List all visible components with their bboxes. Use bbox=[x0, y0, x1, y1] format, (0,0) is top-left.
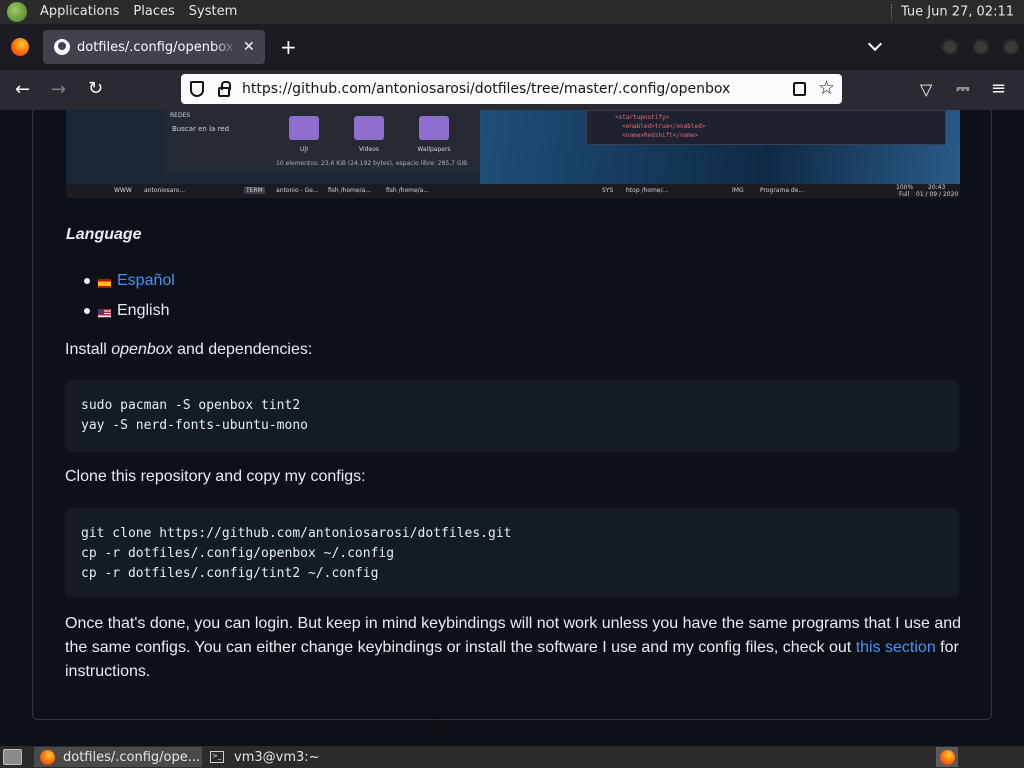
maximize-button[interactable] bbox=[973, 39, 989, 55]
taskbar-item-firefox[interactable]: dotfiles/.config/ope... bbox=[34, 747, 202, 767]
ss-buscar-label: Buscar en la red bbox=[172, 125, 230, 133]
url-text[interactable]: https://github.com/antoniosarosi/dotfile… bbox=[242, 81, 730, 97]
ss-battery: 100% bbox=[896, 184, 914, 191]
espanol-link[interactable]: Español bbox=[117, 272, 175, 290]
folder-icon bbox=[419, 116, 449, 140]
reload-icon[interactable]: ↻ bbox=[88, 80, 103, 98]
code-block-clone[interactable]: git clone https://github.com/antoniosaro… bbox=[65, 508, 959, 598]
firefox-icon bbox=[939, 749, 955, 765]
ss-task: fish /home/a... bbox=[328, 187, 372, 194]
close-window-button[interactable] bbox=[1003, 39, 1019, 55]
readme-screenshot-image: REDES Buscar en la red UJI Vídeos Wallpa… bbox=[66, 110, 960, 198]
mate-logo-icon[interactable] bbox=[7, 2, 27, 22]
install-text: Install bbox=[65, 341, 112, 358]
folder-icon bbox=[289, 116, 319, 140]
ss-folder-name: UJI bbox=[300, 146, 308, 153]
code-block-install[interactable]: sudo pacman -S openbox tint2 yay -S nerd… bbox=[65, 380, 959, 452]
back-arrow-icon[interactable]: ← bbox=[15, 81, 30, 99]
final-text: Once that's done, you can login. But kee… bbox=[65, 615, 962, 656]
github-icon bbox=[54, 39, 70, 55]
tab-close-icon[interactable]: ✕ bbox=[243, 39, 255, 55]
tab-bar: dotfiles/.config/openbox at master ✕ + bbox=[0, 24, 1024, 70]
clock[interactable]: Tue Jun 27, 02:11 bbox=[890, 4, 1014, 20]
english-label: English bbox=[117, 302, 170, 319]
code-editor-preview: <startupnotify> <enabled>true</enabled> … bbox=[586, 110, 946, 145]
taskbar-item-terminal[interactable]: >_ vm3@vm3:~ bbox=[204, 747, 364, 767]
minimize-button[interactable] bbox=[942, 39, 958, 55]
hamburger-menu-icon[interactable]: ≡ bbox=[991, 80, 1006, 98]
list-all-tabs-icon[interactable] bbox=[867, 36, 883, 52]
reader-view-icon[interactable] bbox=[793, 82, 806, 96]
openbox-emphasis: openbox bbox=[111, 341, 173, 358]
ss-www-label: WWW bbox=[114, 187, 132, 194]
bottom-panel: dotfiles/.config/ope... >_ vm3@vm3:~ bbox=[0, 746, 1024, 768]
menu-applications[interactable]: Applications bbox=[33, 0, 126, 24]
page-content: REDES Buscar en la red UJI Vídeos Wallpa… bbox=[0, 110, 1024, 746]
url-bar[interactable]: https://github.com/antoniosarosi/dotfile… bbox=[181, 74, 842, 104]
ss-code-line: <enabled>true</enabled> bbox=[615, 123, 706, 130]
top-panel: Applications Places System Tue Jun 27, 0… bbox=[0, 0, 1024, 24]
task-label: dotfiles/.config/ope... bbox=[63, 749, 201, 765]
final-paragraph: Once that's done, you can login. But kee… bbox=[65, 612, 965, 684]
ss-task: Programa de... bbox=[760, 187, 805, 194]
ss-time: 20:43 bbox=[928, 184, 946, 191]
extensions-icon[interactable]: ⎓ bbox=[956, 80, 970, 98]
install-paragraph: Install openbox and dependencies: bbox=[65, 338, 965, 362]
ss-battery-state: Full bbox=[899, 191, 910, 198]
firefox-view-icon[interactable] bbox=[11, 38, 29, 56]
menu-system[interactable]: System bbox=[182, 0, 244, 24]
ss-code-line: <name>Redshift</name> bbox=[615, 132, 699, 139]
firefox-icon bbox=[40, 749, 55, 765]
ss-status-text: 10 elementos: 23,6 KiB (24.192 bytes), e… bbox=[276, 160, 468, 167]
tray-firefox-icon[interactable] bbox=[936, 747, 958, 767]
language-heading: Language bbox=[66, 226, 142, 243]
ss-redes-label: REDES bbox=[170, 112, 191, 119]
new-tab-button[interactable]: + bbox=[280, 35, 297, 59]
folder-icon bbox=[354, 116, 384, 140]
tab-title: dotfiles/.config/openbox at master bbox=[77, 39, 237, 55]
spain-flag-icon bbox=[98, 278, 111, 288]
this-section-link[interactable]: this section bbox=[856, 639, 936, 656]
install-text-end: and dependencies: bbox=[172, 341, 313, 358]
menu-places[interactable]: Places bbox=[126, 0, 181, 24]
ss-folder-name: Vídeos bbox=[358, 146, 380, 153]
ss-task: antoniosaro... bbox=[144, 187, 186, 194]
tab-dotfiles[interactable]: dotfiles/.config/openbox at master ✕ bbox=[43, 30, 265, 64]
ss-sys-label: SYS bbox=[602, 187, 614, 194]
language-list: Español English bbox=[84, 266, 175, 326]
tracking-protection-icon[interactable] bbox=[190, 81, 204, 97]
terminal-icon: >_ bbox=[210, 751, 224, 763]
us-flag-icon bbox=[98, 308, 111, 318]
forward-arrow-icon[interactable]: → bbox=[51, 81, 66, 99]
task-label: vm3@vm3:~ bbox=[234, 749, 320, 765]
list-item: Español bbox=[84, 266, 175, 296]
show-desktop-button[interactable] bbox=[3, 749, 22, 765]
ss-img-label: IMG bbox=[732, 187, 744, 194]
ss-task: htop /home/... bbox=[626, 187, 669, 194]
ss-task: antonio - Ge... bbox=[276, 187, 319, 194]
ss-folder-name: Wallpapers bbox=[417, 146, 451, 153]
list-item: English bbox=[84, 296, 175, 326]
pocket-icon[interactable]: ▽ bbox=[920, 81, 932, 99]
ss-task: fish /home/a... bbox=[386, 187, 430, 194]
ss-date: 01 / 09 / 2020 bbox=[916, 191, 959, 198]
ss-taskbar: WWW antoniosaro... TERM antonio - Ge... … bbox=[66, 184, 960, 198]
ss-code-line: <startupnotify> bbox=[615, 114, 670, 121]
bookmark-star-icon[interactable]: ☆ bbox=[818, 77, 835, 99]
lock-icon[interactable] bbox=[218, 80, 231, 97]
ss-term-label: TERM bbox=[244, 187, 265, 194]
clone-paragraph: Clone this repository and copy my config… bbox=[65, 468, 366, 485]
